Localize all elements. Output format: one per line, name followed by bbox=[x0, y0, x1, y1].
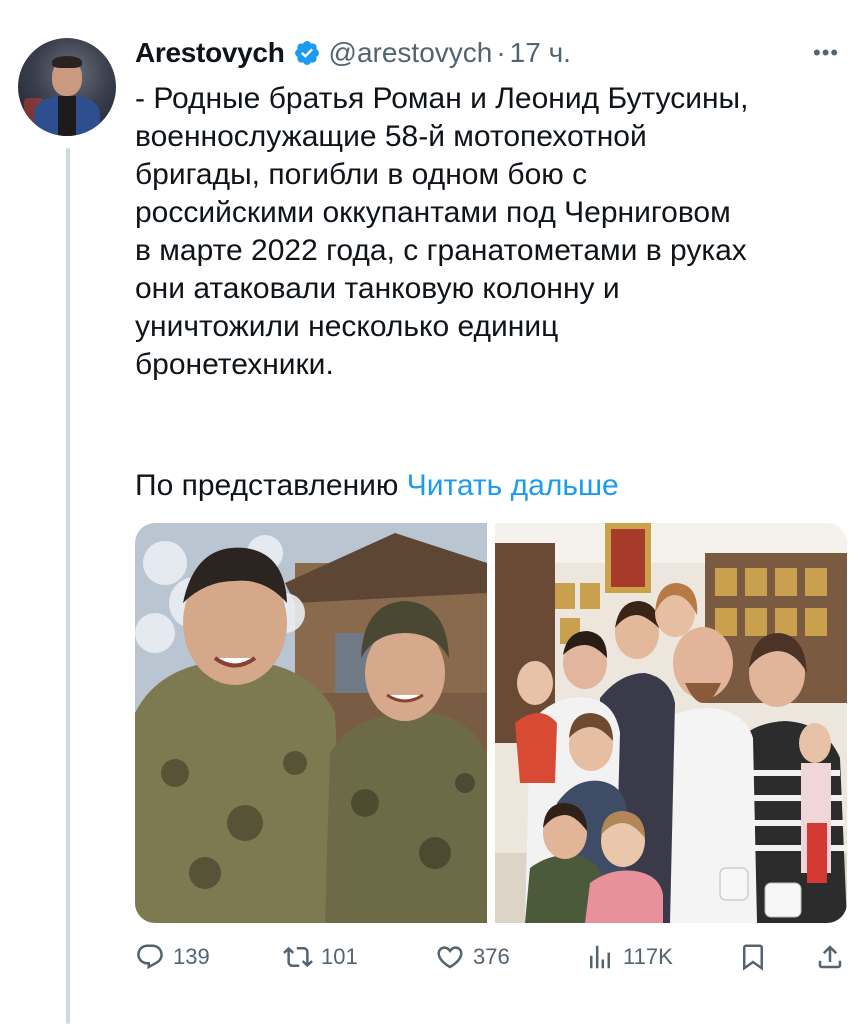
tweet-text-line: уничтожили несколько единиц bbox=[135, 310, 559, 343]
verified-badge-icon bbox=[294, 41, 319, 65]
read-more-link[interactable]: Читать дальше bbox=[407, 469, 619, 502]
views-icon bbox=[590, 945, 610, 969]
tweet-text-line: в марте 2022 года, с гранатометами в рук… bbox=[135, 234, 747, 267]
bookmark-icon bbox=[743, 944, 763, 971]
like-button[interactable]: 376 bbox=[435, 942, 510, 972]
tweet-text-line: они атаковали танковую колонну и bbox=[135, 272, 620, 305]
translation-row: По представлению Читать дальше bbox=[135, 467, 619, 505]
like-icon bbox=[437, 946, 463, 969]
photo-soldiers[interactable] bbox=[135, 523, 487, 923]
reply-button[interactable]: 139 bbox=[135, 942, 210, 972]
bookmark-button[interactable] bbox=[738, 942, 768, 972]
avatar-hair bbox=[52, 56, 82, 68]
reply-icon bbox=[137, 944, 163, 970]
tweet-text-line: военнослужащие 58-й мотопехотной bbox=[135, 120, 647, 153]
repost-count: 101 bbox=[321, 944, 358, 969]
avatar[interactable] bbox=[18, 38, 116, 136]
views-count: 117K bbox=[623, 944, 673, 969]
tweet-text-line: бригады, погибли в одном бою с bbox=[135, 158, 588, 191]
photo-family[interactable] bbox=[495, 523, 847, 923]
author-name[interactable]: Arestovych bbox=[135, 37, 285, 69]
like-count: 376 bbox=[473, 944, 510, 969]
tweet-text: - Родные братья Роман и Леонид Бутусины,… bbox=[135, 80, 850, 384]
translation-label: По представлению bbox=[135, 469, 399, 502]
more-options-icon[interactable]: ••• bbox=[813, 40, 839, 66]
repost-icon bbox=[283, 946, 313, 968]
avatar-shirt bbox=[58, 96, 76, 136]
photo-soldiers-image bbox=[135, 523, 487, 923]
photo-family-image bbox=[495, 523, 847, 923]
repost-button[interactable]: 101 bbox=[283, 942, 358, 972]
reply-count: 139 bbox=[173, 944, 210, 969]
action-bar: 139 101 376 117K bbox=[135, 942, 847, 978]
share-icon bbox=[818, 945, 842, 969]
tweet-text-line: - Родные братья Роман и Леонид Бутусины, bbox=[135, 82, 749, 115]
share-button[interactable] bbox=[815, 942, 845, 972]
tweet-header: Arestovych @arestovych · 17 ч. bbox=[135, 36, 571, 70]
tweet-text-line: российскими оккупантами под Черниговом bbox=[135, 196, 731, 229]
author-handle[interactable]: @arestovych bbox=[329, 37, 493, 69]
time-separator: · bbox=[496, 37, 506, 68]
media-grid bbox=[135, 523, 847, 923]
tweet-time[interactable]: 17 ч. bbox=[510, 37, 571, 69]
thread-connector-line bbox=[66, 148, 70, 1024]
tweet-text-line: бронетехники. bbox=[135, 348, 334, 381]
views-button[interactable]: 117K bbox=[585, 942, 673, 972]
